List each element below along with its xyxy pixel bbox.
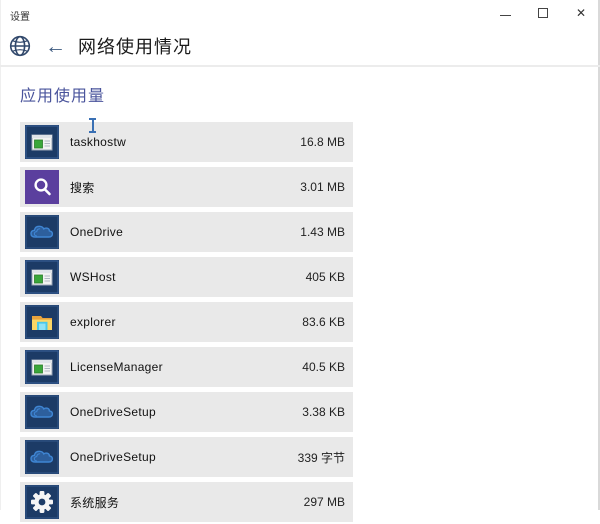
app-name: OneDrive [70, 225, 124, 239]
search-app-icon [25, 170, 59, 204]
app-name: OneDriveSetup [70, 450, 156, 464]
app-row[interactable]: LicenseManager 40.5 KB [20, 347, 353, 387]
page-header: ← 网络使用情况 [0, 30, 600, 62]
app-name: LicenseManager [70, 360, 163, 374]
window-controls: ✕ [486, 0, 600, 26]
app-usage-value: 83.6 KB [302, 315, 345, 329]
app-name: 搜索 [70, 180, 95, 195]
window-app-icon [25, 260, 59, 294]
gear-app-icon [25, 485, 59, 519]
app-usage-value: 339 字节 [297, 450, 345, 465]
app-usage-value: 3.38 KB [302, 405, 345, 419]
page-title: 网络使用情况 [78, 37, 192, 57]
close-button[interactable]: ✕ [562, 0, 600, 26]
app-name: 系统服务 [70, 495, 120, 510]
window-app-icon [25, 350, 59, 384]
app-row[interactable]: 系统服务 297 MB [20, 482, 353, 522]
app-row[interactable]: OneDrive 1.43 MB [20, 212, 353, 252]
app-row[interactable]: taskhostw 16.8 MB [20, 122, 353, 162]
maximize-button[interactable] [524, 0, 562, 26]
app-row[interactable]: OneDriveSetup 339 字节 [20, 437, 353, 477]
cloud-app-icon [25, 215, 59, 249]
app-row[interactable]: WSHost 405 KB [20, 257, 353, 297]
folder-app-icon [25, 305, 59, 339]
window-title: 设置 [10, 12, 30, 23]
globe-icon [9, 35, 31, 57]
back-button[interactable]: ← [45, 36, 66, 57]
app-usage-value: 3.01 MB [300, 180, 345, 194]
app-name: taskhostw [70, 135, 127, 149]
app-usage-value: 16.8 MB [300, 135, 345, 149]
section-title: 应用使用量 [20, 88, 106, 105]
minimize-button[interactable] [486, 0, 524, 26]
app-row[interactable]: 搜索 3.01 MB [20, 167, 353, 207]
minimize-icon [499, 14, 511, 16]
header-divider [0, 65, 600, 67]
app-name: explorer [70, 315, 116, 329]
app-name: OneDriveSetup [70, 405, 156, 419]
app-row[interactable]: OneDriveSetup 3.38 KB [20, 392, 353, 432]
app-name: WSHost [70, 270, 116, 284]
window-app-icon [25, 125, 59, 159]
app-usage-value: 297 MB [303, 495, 345, 509]
app-usage-value: 405 KB [305, 270, 345, 284]
app-usage-list: taskhostw 16.8 MB 搜索 3.01 MB OneDrive 1.… [20, 122, 353, 522]
app-usage-value: 1.43 MB [300, 225, 345, 239]
cloud-app-icon [25, 395, 59, 429]
title-bar: 设置 ✕ [0, 0, 600, 30]
app-row[interactable]: explorer 83.6 KB [20, 302, 353, 342]
maximize-icon [538, 8, 548, 18]
cloud-app-icon [25, 440, 59, 474]
close-icon: ✕ [575, 6, 587, 20]
app-usage-value: 40.5 KB [302, 360, 345, 374]
